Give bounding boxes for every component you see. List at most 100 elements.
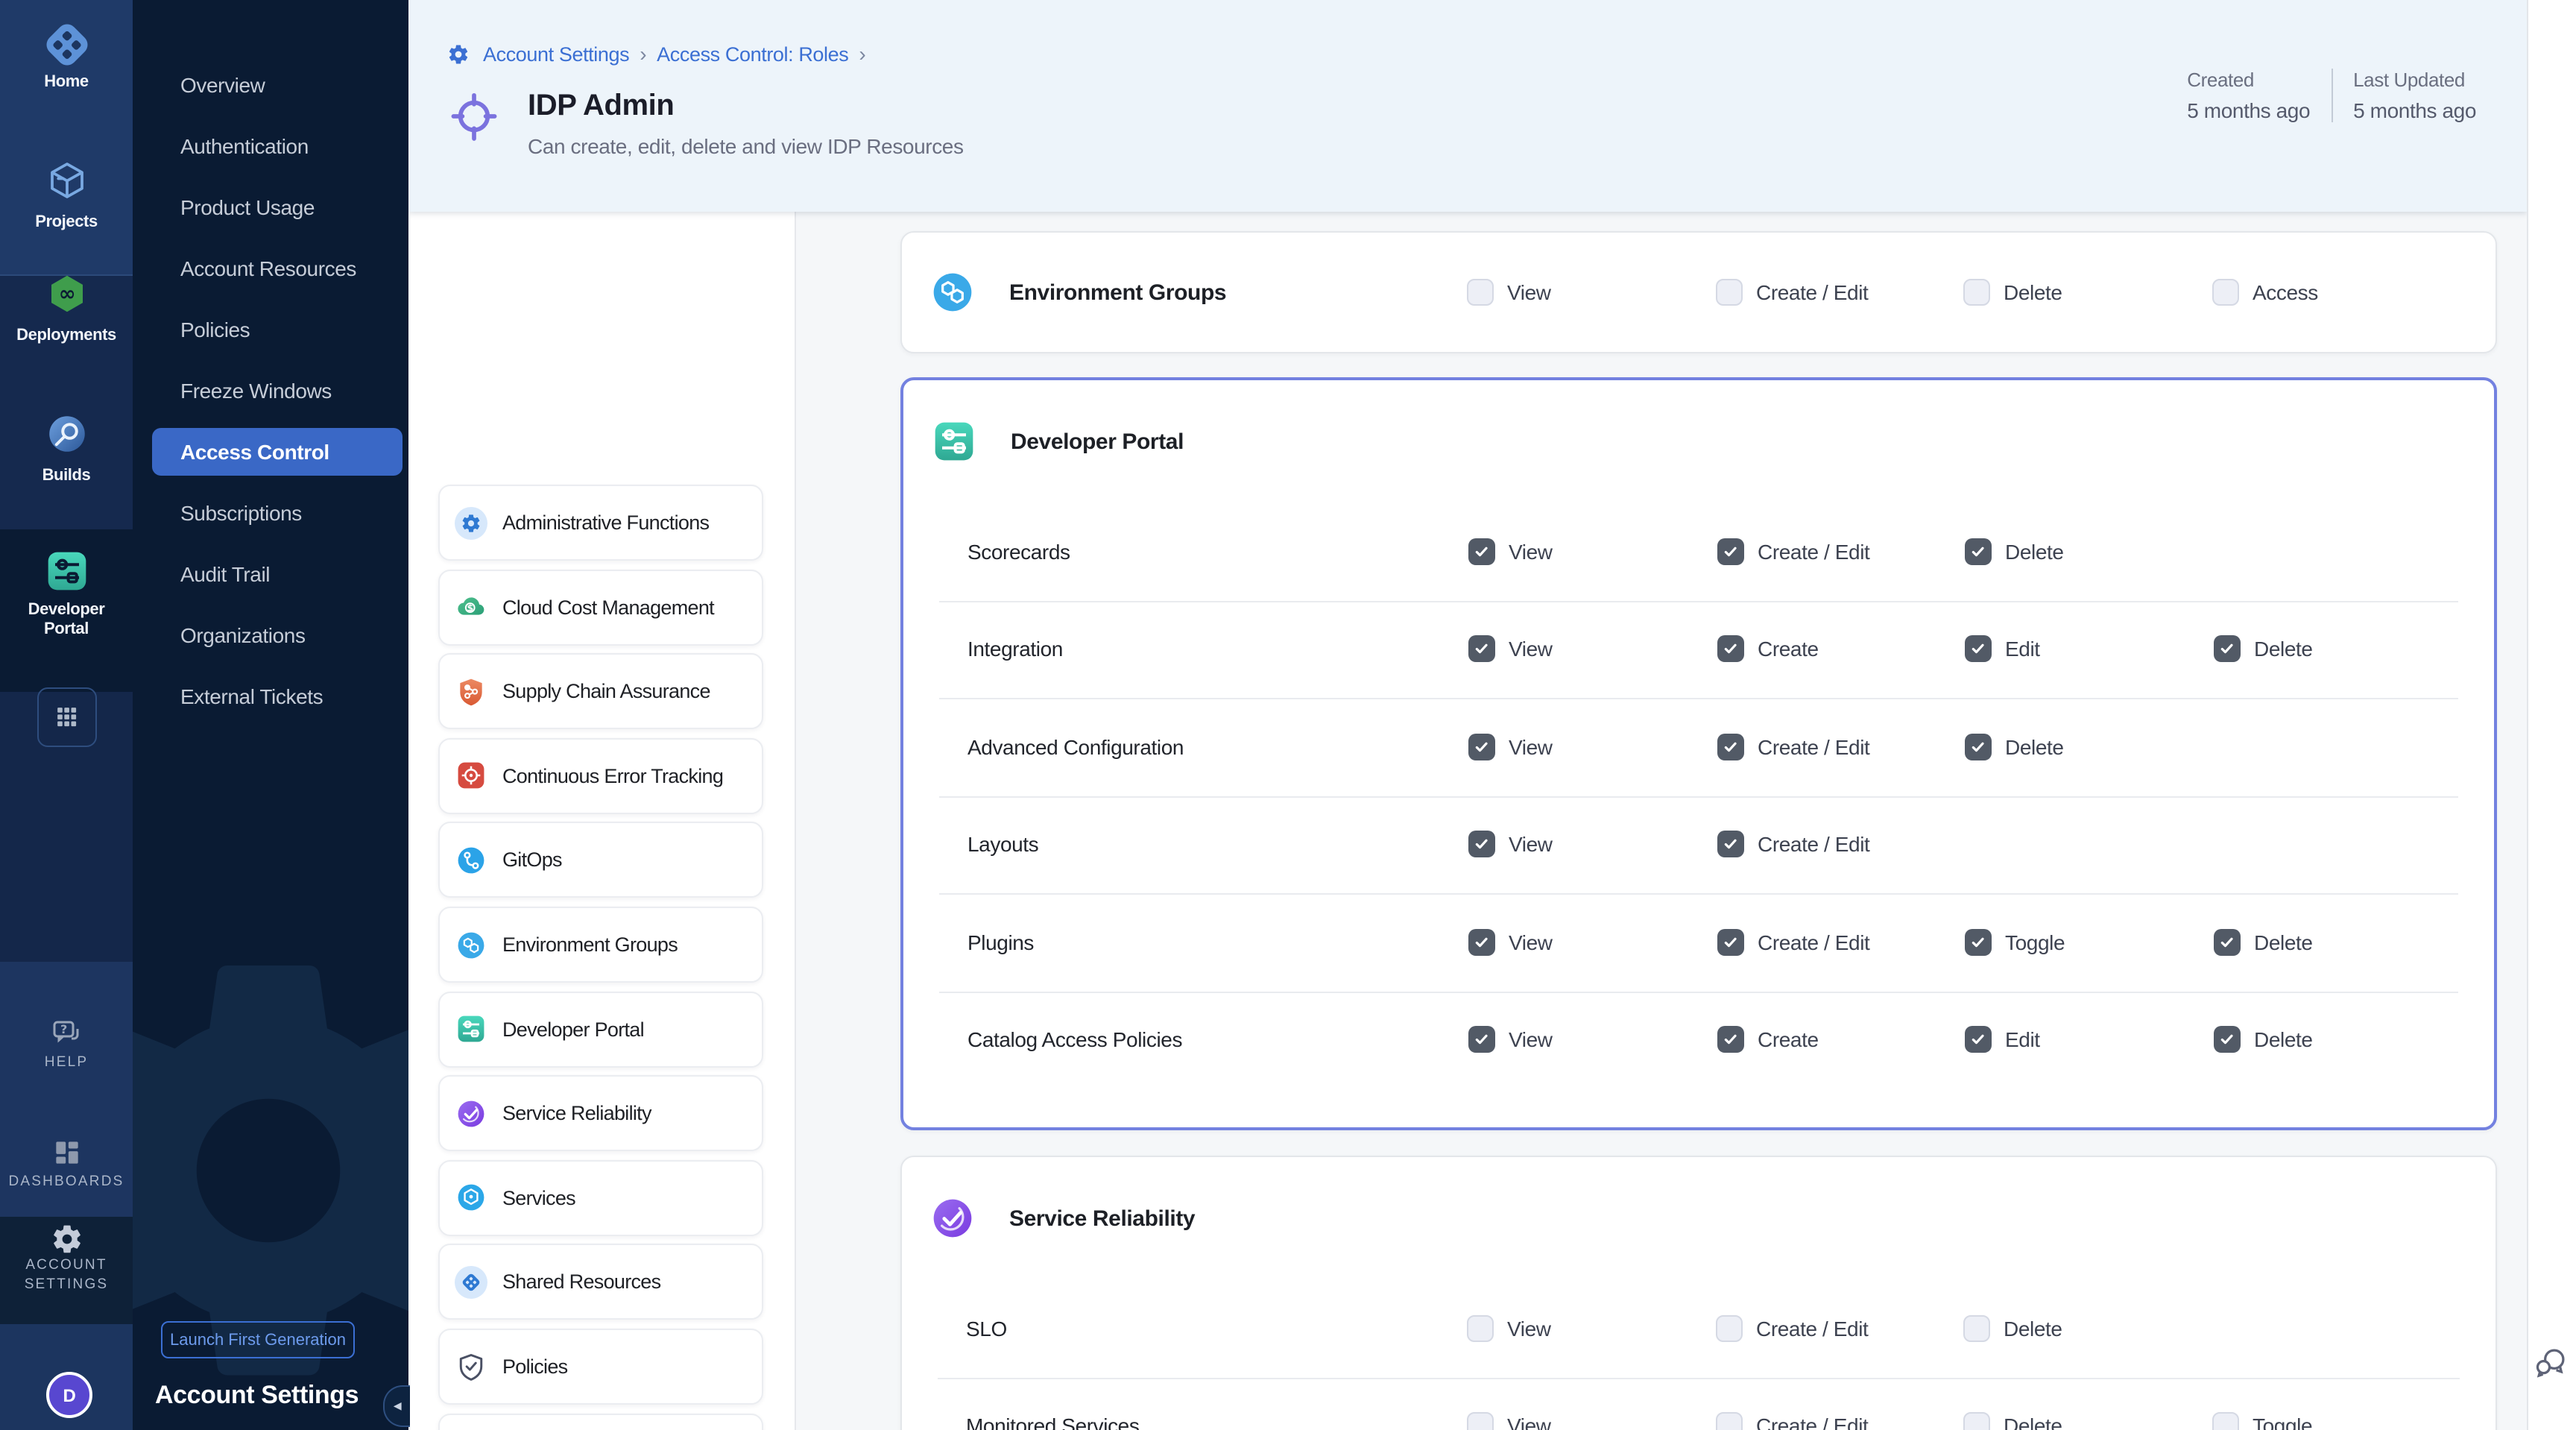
checkbox-delete[interactable] — [2214, 636, 2241, 663]
page-gutter — [2527, 0, 2576, 1430]
nav-item-freeze-windows[interactable]: Freeze Windows — [152, 367, 402, 415]
section-header-environment-groups: Environment Groups — [929, 233, 1226, 352]
checkbox-view[interactable] — [1467, 1315, 1494, 1342]
checkbox-label: Create — [1758, 637, 1819, 661]
permission-create-edit: Create / Edit — [1717, 831, 1869, 858]
nav-item-product-usage[interactable]: Product Usage — [152, 183, 402, 231]
last-updated-value: 5 months ago — [2353, 98, 2476, 122]
checkbox-create-edit[interactable] — [1717, 734, 1744, 760]
resource-card-shared-resources[interactable]: Shared Resources — [438, 1244, 763, 1320]
nav-item-policies[interactable]: Policies — [152, 306, 402, 353]
checkbox-create-edit[interactable] — [1716, 279, 1743, 306]
checkbox-view[interactable] — [1468, 734, 1495, 760]
permission-row-label: Plugins — [967, 930, 1034, 954]
resource-card-policies[interactable]: Policies — [438, 1329, 763, 1405]
checkbox-delete[interactable] — [1963, 279, 1990, 306]
resource-card-services[interactable]: Services — [438, 1160, 763, 1236]
permission-delete: Delete — [2214, 1027, 2313, 1053]
permissions-panel: Environment Groups View Create / Edit Delet… — [795, 212, 2527, 1430]
nav-item-overview[interactable]: Overview — [152, 61, 402, 109]
checkbox-label: View — [1507, 1414, 1551, 1430]
cloud-dollar-icon: $ — [455, 590, 487, 623]
checkbox-create-edit[interactable] — [1717, 831, 1744, 858]
nav-item-authentication[interactable]: Authentication — [152, 122, 402, 170]
checkbox-create-edit[interactable] — [1716, 1315, 1743, 1342]
avatar[interactable]: D — [46, 1372, 92, 1418]
checkbox-create[interactable] — [1717, 636, 1744, 663]
checkbox-access[interactable] — [2212, 279, 2239, 306]
breadcrumb-account-settings[interactable]: Account Settings — [483, 42, 629, 65]
checkbox-view[interactable] — [1468, 929, 1495, 956]
resource-card-gitops[interactable]: GitOps — [438, 822, 763, 898]
nav-item-subscriptions[interactable]: Subscriptions — [152, 489, 402, 537]
checkbox-view[interactable] — [1468, 538, 1495, 565]
section-header-service-reliability: Service Reliability — [929, 1157, 1195, 1279]
resource-card-feature-flags[interactable]: Feature Flags — [438, 1413, 763, 1430]
svg-text:∞: ∞ — [58, 282, 75, 306]
nav-item-account-resources[interactable]: Account Resources — [152, 245, 402, 292]
checkbox-label: Create / Edit — [1756, 1317, 1868, 1341]
checkbox-view[interactable] — [1468, 831, 1495, 858]
permission-row-label: Advanced Configuration — [967, 735, 1184, 759]
service-hexagon-icon — [455, 1182, 487, 1215]
sidebar-item-builds[interactable] — [0, 412, 133, 464]
resource-card-cloud-cost-management[interactable]: $Cloud Cost Management — [438, 569, 763, 645]
resource-card-supply-chain-assurance[interactable]: Supply Chain Assurance — [438, 653, 763, 729]
sidebar-item-label-text: HELP — [4, 1053, 129, 1072]
checkbox-view[interactable] — [1467, 279, 1494, 306]
sidebar-item-home[interactable] — [0, 18, 133, 79]
checkbox-delete[interactable] — [2214, 929, 2241, 956]
resource-card-developer-portal[interactable]: Developer Portal — [438, 991, 763, 1067]
checkbox-delete[interactable] — [1965, 538, 1992, 565]
sidebar-item-module-grid[interactable] — [37, 687, 97, 747]
checkbox-delete[interactable] — [1963, 1315, 1990, 1342]
launch-first-generation-button[interactable]: Launch First Generation — [161, 1321, 355, 1358]
nav-item-organizations[interactable]: Organizations — [152, 611, 402, 659]
checkbox-delete[interactable] — [1963, 1413, 1990, 1430]
svg-text:?: ? — [60, 1022, 66, 1036]
sidebar-item-developer-portal[interactable] — [0, 547, 133, 602]
checkbox-create-edit[interactable] — [1717, 929, 1744, 956]
nav-item-access-control[interactable]: Access Control — [152, 428, 402, 476]
resource-card-label: Environment Groups — [502, 933, 678, 956]
permission-view: View — [1468, 734, 1553, 760]
checkbox-delete[interactable] — [2214, 1027, 2241, 1053]
checkbox-create-edit[interactable] — [1716, 1413, 1743, 1430]
checkbox-create[interactable] — [1717, 1027, 1744, 1053]
permission-delete: Delete — [2214, 636, 2313, 663]
checkbox-edit[interactable] — [1965, 1027, 1992, 1053]
breadcrumb-access-control-roles[interactable]: Access Control: Roles — [657, 42, 848, 65]
checkbox-view[interactable] — [1468, 1027, 1495, 1053]
nav-item-external-tickets[interactable]: External Tickets — [152, 673, 402, 720]
checkbox-toggle[interactable] — [2212, 1413, 2239, 1430]
created-label: Created — [2187, 69, 2310, 91]
sidebar-item-label: Builds — [0, 467, 133, 486]
resource-card-continuous-error-tracking[interactable]: Continuous Error Tracking — [438, 738, 763, 814]
sidebar-item-dashboards[interactable] — [0, 1136, 133, 1177]
checkbox-toggle[interactable] — [1965, 929, 1992, 956]
permission-row-layouts: LayoutsViewCreate / Edit — [903, 796, 2494, 893]
support-chat-icon[interactable] — [2531, 1344, 2570, 1382]
sidebar-item-projects[interactable] — [0, 158, 133, 210]
row-divider — [938, 1377, 2460, 1379]
checkbox-delete[interactable] — [1965, 734, 1992, 760]
resource-card-service-reliability[interactable]: Service Reliability — [438, 1075, 763, 1151]
resource-card-environment-groups[interactable]: Environment Groups — [438, 907, 763, 983]
created-value: 5 months ago — [2187, 98, 2310, 122]
checkbox-label: View — [1507, 280, 1551, 304]
permission-delete: Delete — [1965, 538, 2064, 565]
settings-nav-panel: Overview Authentication Product Usage Accou… — [133, 0, 408, 1430]
nav-item-audit-trail[interactable]: Audit Trail — [152, 550, 402, 598]
harness-logo-icon — [40, 18, 93, 72]
checkbox-view[interactable] — [1468, 636, 1495, 663]
sidebar-item-label: ACCOUNT SETTINGS — [0, 1256, 133, 1294]
resource-card-administrative-functions[interactable]: Administrative Functions — [438, 485, 763, 561]
row-divider — [939, 796, 2458, 797]
permission-view: View — [1467, 279, 1551, 306]
checkbox-create-edit[interactable] — [1717, 538, 1744, 565]
sidebar-item-deployments[interactable]: ∞ — [0, 271, 133, 324]
checkbox-edit[interactable] — [1965, 636, 1992, 663]
sidebar-item-label-text: Projects — [4, 213, 129, 233]
section-environment-groups: Environment GroupsViewCreate / EditDelet… — [900, 231, 2497, 353]
checkbox-view[interactable] — [1467, 1413, 1494, 1430]
